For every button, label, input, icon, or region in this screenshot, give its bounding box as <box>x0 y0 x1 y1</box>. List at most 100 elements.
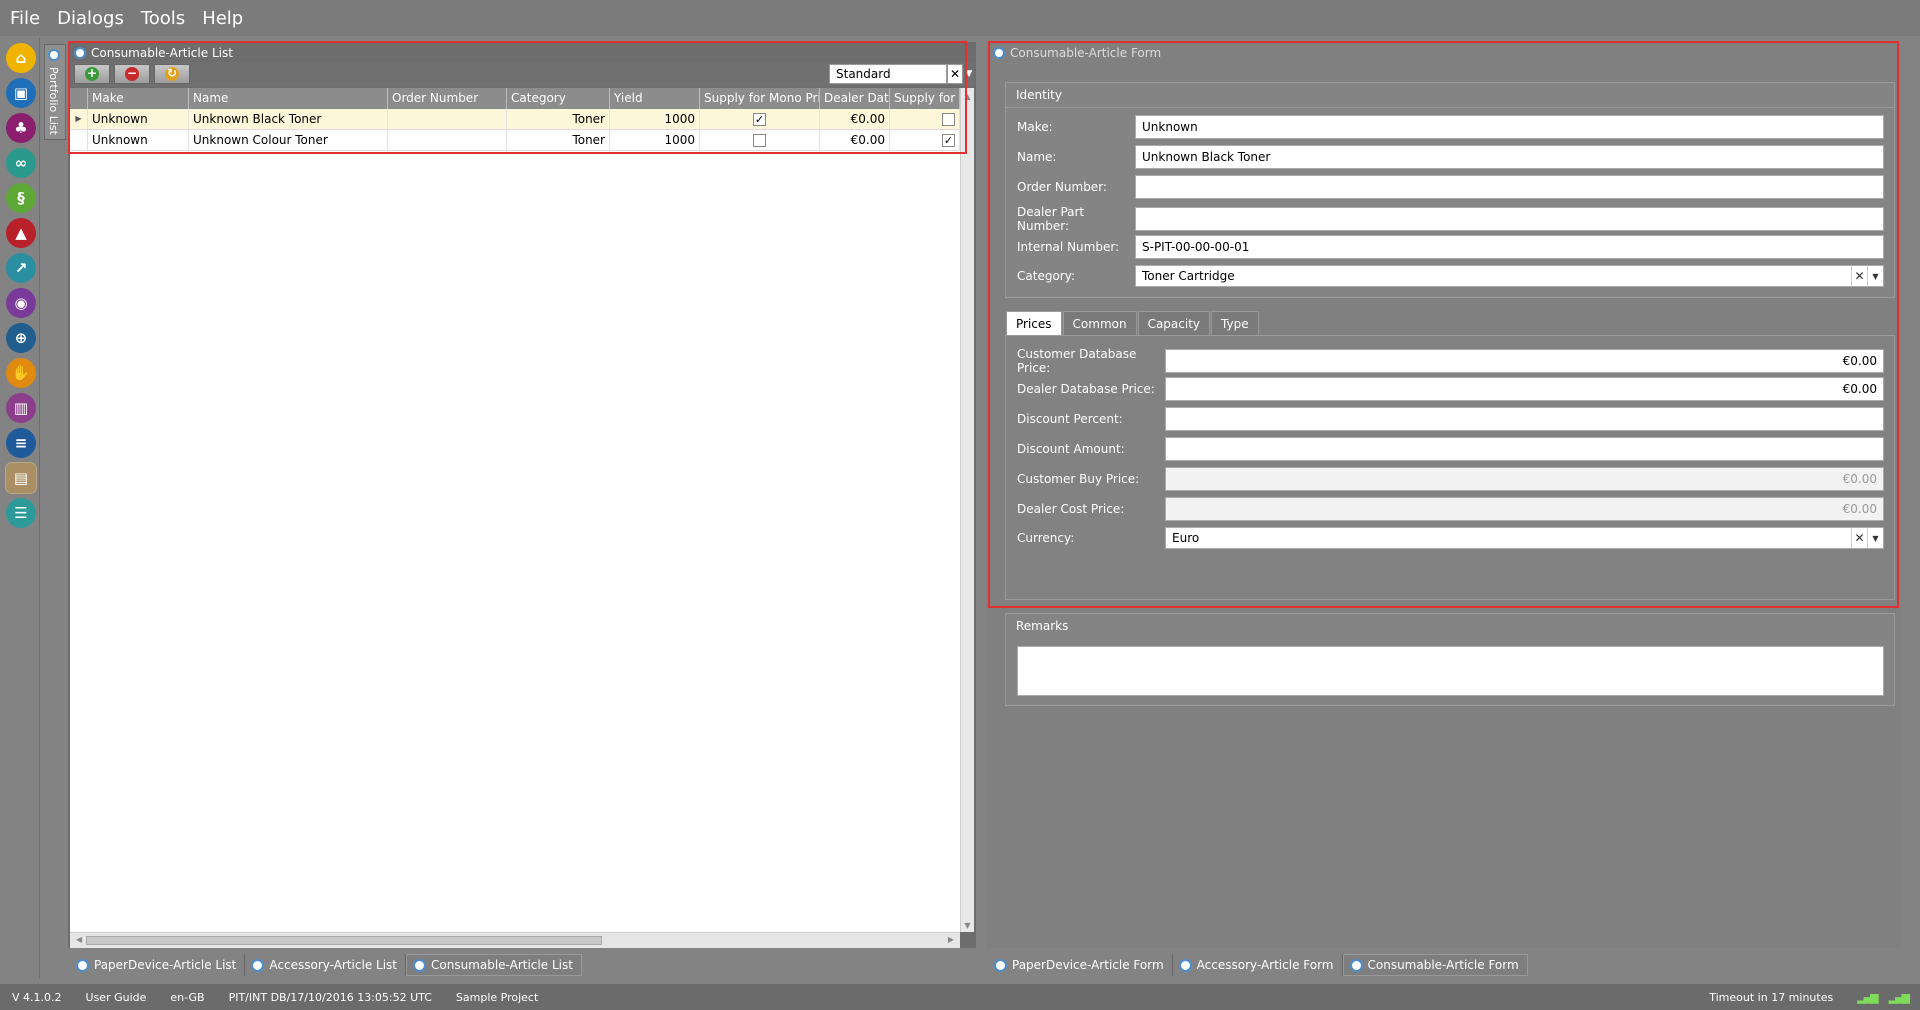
trend-icon[interactable]: ↗ <box>6 253 36 283</box>
grid-header: Make Name Order Number Category Yield Su… <box>70 88 960 109</box>
tab-type[interactable]: Type <box>1211 311 1259 335</box>
tab-dot-icon <box>1349 958 1363 972</box>
col-supply-colour[interactable]: Supply for C <box>890 88 960 109</box>
customer-db-price-field[interactable]: €0.00 <box>1165 349 1884 373</box>
plus-icon: + <box>85 66 99 81</box>
form-tabs: Prices Common Capacity Type <box>1006 311 1260 335</box>
view-dropdown-icon[interactable]: ▼ <box>963 64 975 84</box>
discount-amount-row: Discount Amount: <box>1017 437 1884 461</box>
col-dealer-date[interactable]: Dealer Dat <box>820 88 890 109</box>
tab-common[interactable]: Common <box>1062 311 1137 335</box>
grid-horizontal-scrollbar[interactable]: ◀ ▶ <box>70 932 960 948</box>
database-icon[interactable]: ☰ <box>6 498 36 528</box>
discount-percent-field[interactable] <box>1165 407 1884 431</box>
scroll-up-icon[interactable]: ▲ <box>961 92 974 101</box>
add-button[interactable]: + <box>74 64 110 84</box>
briefcase-icon[interactable]: ▤ <box>5 462 37 494</box>
chart-area-icon[interactable]: ▲ <box>6 218 36 248</box>
tab-consumable-form[interactable]: Consumable-Article Form <box>1342 954 1528 976</box>
currency-dropdown-icon[interactable]: ▼ <box>1867 528 1883 548</box>
eye-icon[interactable]: ◉ <box>6 288 36 318</box>
refresh-button[interactable]: ↻ <box>154 64 190 84</box>
view-combo[interactable]: Standard <box>829 64 947 84</box>
scroll-thumb[interactable] <box>86 936 602 945</box>
table-row[interactable]: ▶ Unknown Unknown Black Toner Toner 1000… <box>70 109 960 130</box>
portfolio-list-tab[interactable]: Portfolio List <box>44 44 66 140</box>
supply-colour-checkbox[interactable] <box>942 113 955 126</box>
col-make[interactable]: Make <box>88 88 189 109</box>
remove-button[interactable]: − <box>114 64 150 84</box>
scroll-right-icon[interactable]: ▶ <box>948 935 954 944</box>
tab-capacity[interactable]: Capacity <box>1137 311 1211 335</box>
table-row[interactable]: Unknown Unknown Colour Toner Toner 1000 … <box>70 130 960 151</box>
tab-label: PaperDevice-Article Form <box>1012 958 1164 972</box>
category-dropdown-icon[interactable]: ▼ <box>1867 266 1883 286</box>
status-user-guide[interactable]: User Guide <box>74 991 159 1004</box>
customer-buy-price-label: Customer Buy Price: <box>1017 472 1140 486</box>
target-icon[interactable]: ⊕ <box>6 323 36 353</box>
tab-paperdevice-list[interactable]: PaperDevice-Article List <box>70 954 246 976</box>
list-panel-header: Consumable-Article List <box>74 45 233 61</box>
category-clear-icon[interactable]: ✕ <box>1851 266 1867 286</box>
internal-number-field[interactable]: S-PIT-00-00-00-01 <box>1135 235 1884 259</box>
scroll-left-icon[interactable]: ◀ <box>76 935 82 944</box>
handshake-icon[interactable]: ✋ <box>6 358 36 388</box>
tab-prices[interactable]: Prices <box>1006 311 1062 335</box>
menu-tools[interactable]: Tools <box>141 8 185 29</box>
binoculars-icon[interactable]: ∞ <box>6 148 36 178</box>
discount-percent-row: Discount Percent: <box>1017 407 1884 431</box>
cell-category: Toner <box>507 130 610 150</box>
menu-bar: File Dialogs Tools Help <box>0 0 1920 36</box>
category-select[interactable]: Toner Cartridge ✕ ▼ <box>1135 265 1884 287</box>
bars-icon[interactable]: ▥ <box>6 393 36 423</box>
cell-yield: 1000 <box>610 130 700 150</box>
category-value: Toner Cartridge <box>1142 269 1235 283</box>
dealer-cost-price-field: €0.00 <box>1165 497 1884 521</box>
cell-supply-mono: ✓ <box>700 109 820 129</box>
menu-file[interactable]: File <box>10 8 40 29</box>
cell-supply-mono <box>700 130 820 150</box>
grid-vertical-scrollbar[interactable]: ▲ ▼ <box>960 88 974 932</box>
tab-label: PaperDevice-Article List <box>94 958 237 972</box>
internal-number-label: Internal Number: <box>1017 240 1120 254</box>
tab-consumable-list[interactable]: Consumable-Article List <box>406 954 582 976</box>
tab-accessory-form[interactable]: Accessory-Article Form <box>1173 954 1343 976</box>
currency-select[interactable]: Euro ✕ ▼ <box>1165 527 1884 549</box>
col-yield[interactable]: Yield <box>610 88 700 109</box>
document-icon[interactable]: ≡ <box>6 428 36 458</box>
supply-colour-checkbox[interactable]: ✓ <box>942 134 955 147</box>
scroll-down-icon[interactable]: ▼ <box>961 921 974 930</box>
article-grid: Make Name Order Number Category Yield Su… <box>70 88 960 932</box>
tab-accessory-list[interactable]: Accessory-Article List <box>245 954 406 976</box>
supply-mono-checkbox[interactable] <box>753 134 766 147</box>
folder-icon[interactable]: ▣ <box>6 78 36 108</box>
order-number-field[interactable] <box>1135 175 1884 199</box>
dealer-db-price-field[interactable]: €0.00 <box>1165 377 1884 401</box>
supply-mono-checkbox[interactable]: ✓ <box>753 113 766 126</box>
col-supply-mono[interactable]: Supply for Mono Pri <box>700 88 820 109</box>
menu-dialogs[interactable]: Dialogs <box>57 8 124 29</box>
make-field[interactable]: Unknown <box>1135 115 1884 139</box>
home-icon[interactable]: ⌂ <box>6 43 36 73</box>
menu-help[interactable]: Help <box>202 8 243 29</box>
remarks-textarea[interactable] <box>1017 646 1884 696</box>
form-panel-title: Consumable-Article Form <box>1010 46 1162 60</box>
cell-make: Unknown <box>88 109 189 129</box>
hierarchy-icon[interactable]: ♣ <box>6 113 36 143</box>
col-name[interactable]: Name <box>189 88 388 109</box>
status-project: Sample Project <box>455 990 539 1004</box>
cell-make: Unknown <box>88 130 189 150</box>
col-category[interactable]: Category <box>507 88 610 109</box>
view-clear-icon[interactable]: ✕ <box>947 64 963 84</box>
list-tabbar: PaperDevice-Article List Accessory-Artic… <box>70 954 582 976</box>
name-field[interactable]: Unknown Black Toner <box>1135 145 1884 169</box>
tab-label: Consumable-Article Form <box>1367 958 1519 972</box>
col-order-number[interactable]: Order Number <box>388 88 507 109</box>
scroll-icon[interactable]: § <box>6 183 36 213</box>
tab-paperdevice-form[interactable]: PaperDevice-Article Form <box>988 954 1173 976</box>
cell-order-number <box>388 109 507 129</box>
list-panel-title: Consumable-Article List <box>91 46 233 60</box>
discount-amount-field[interactable] <box>1165 437 1884 461</box>
dealer-part-field[interactable] <box>1135 207 1884 231</box>
currency-clear-icon[interactable]: ✕ <box>1851 528 1867 548</box>
